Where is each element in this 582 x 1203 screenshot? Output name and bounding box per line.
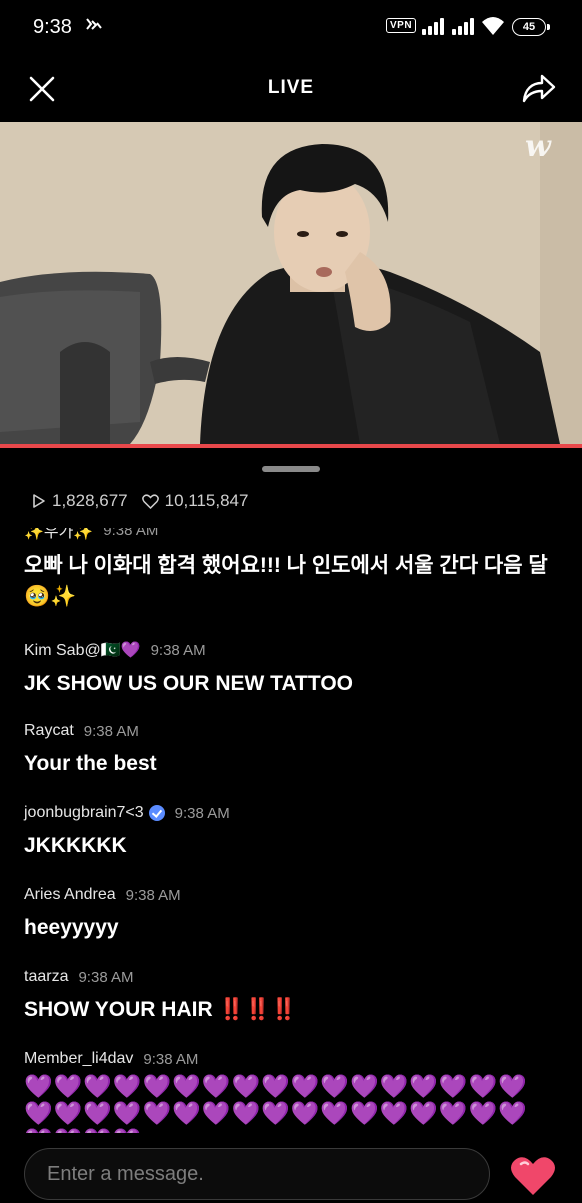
page-title: LIVE bbox=[267, 77, 315, 98]
drag-handle[interactable] bbox=[262, 466, 320, 472]
chat-author: taarza bbox=[24, 968, 69, 985]
chat-text: heeyyyyy bbox=[24, 916, 119, 939]
chat-time: 9:38 AM bbox=[83, 722, 139, 740]
chat-time: 9:38 AM bbox=[78, 968, 134, 986]
likes-stat: 10,115,847 bbox=[141, 491, 249, 511]
signal-wave-icon bbox=[84, 15, 104, 40]
chat-text: Your the best bbox=[24, 752, 157, 775]
chat-time: 9:38 AM bbox=[125, 886, 181, 904]
chat-text: SHOW YOUR HAIR ‼️‼️‼️ bbox=[24, 998, 297, 1021]
live-header: LIVE bbox=[0, 56, 582, 122]
chat-message: Raycat 9:38 AM Your the best bbox=[24, 722, 564, 779]
cell-signal-icon bbox=[422, 18, 446, 35]
status-time: 9:38 bbox=[33, 16, 72, 38]
chat-author: Raycat bbox=[24, 722, 74, 739]
chat-text: JK SHOW US OUR NEW TATTOO bbox=[24, 672, 353, 695]
chat-author: Member_li4dav bbox=[24, 1050, 134, 1067]
share-icon bbox=[522, 74, 556, 103]
vpn-badge: VPN bbox=[386, 18, 417, 33]
chat-message: ✨우가✨ 9:38 AM 오빠 나 이화대 합격 했어요!!! 나 인도에서 서… bbox=[24, 528, 564, 612]
likes-count: 10,115,847 bbox=[164, 491, 249, 510]
live-video[interactable]: w bbox=[0, 122, 582, 444]
message-bar bbox=[0, 1133, 582, 1200]
chat-message: Aries Andrea 9:38 AM heeyyyyy bbox=[24, 886, 564, 943]
chat-message: Kim Sab@🇵🇰💜 9:38 AM JK SHOW US OUR NEW T… bbox=[24, 640, 564, 699]
chat-time: 9:38 AM bbox=[143, 1050, 199, 1068]
heart-icon bbox=[511, 1157, 555, 1195]
message-input[interactable] bbox=[24, 1148, 490, 1200]
verified-badge-icon bbox=[148, 805, 165, 821]
chat-time: 9:38 AM bbox=[103, 528, 159, 539]
chat-time: 9:38 AM bbox=[150, 641, 206, 659]
chat-text: 오빠 나 이화대 합격 했어요!!! 나 인도에서 서울 간다 다음 달🥹✨ bbox=[24, 554, 548, 608]
chat-list[interactable]: ✨우가✨ 9:38 AM 오빠 나 이화대 합격 했어요!!! 나 인도에서 서… bbox=[0, 528, 582, 1133]
chat-text: JKKKKKK bbox=[24, 834, 127, 857]
play-icon bbox=[33, 494, 45, 508]
chat-author: Aries Andrea bbox=[24, 886, 116, 903]
chat-message: taarza 9:38 AM SHOW YOUR HAIR ‼️‼️‼️ bbox=[24, 968, 564, 1025]
share-button[interactable] bbox=[520, 71, 558, 105]
live-stats: 1,828,677 10,115,847 bbox=[32, 491, 262, 511]
chat-time: 9:38 AM bbox=[174, 804, 230, 822]
chat-author: ✨우가✨ bbox=[24, 528, 94, 541]
chat-author: joonbugbrain7<3 bbox=[24, 804, 144, 821]
chat-message: Member_li4dav 9:38 AM 💜💜💜💜💜💜💜💜💜💜💜💜💜💜💜💜💜💜… bbox=[24, 1050, 564, 1133]
chat-text: 💜💜💜💜💜💜💜💜💜💜💜💜💜💜💜💜💜💜💜💜💜💜💜💜💜💜💜💜💜💜💜💜💜💜💜💜💜💜 bbox=[24, 1074, 528, 1133]
like-button[interactable] bbox=[509, 1154, 557, 1198]
plays-count: 1,828,677 bbox=[52, 491, 128, 510]
chat-message: joonbugbrain7<3 9:38 AM JKKKKKK bbox=[24, 804, 564, 861]
plays-stat: 1,828,677 bbox=[32, 491, 128, 511]
heart-outline-icon bbox=[141, 493, 159, 509]
battery-icon: 45 bbox=[512, 18, 550, 36]
svg-text:w: w bbox=[525, 129, 552, 164]
video-frame: w bbox=[0, 122, 582, 444]
wifi-icon bbox=[481, 15, 505, 37]
live-progress-bar bbox=[0, 444, 582, 448]
cell-signal-icon bbox=[452, 18, 476, 35]
chat-author: Kim Sab@🇵🇰💜 bbox=[24, 642, 141, 659]
status-bar: 9:38 VPN 45 bbox=[0, 0, 582, 56]
